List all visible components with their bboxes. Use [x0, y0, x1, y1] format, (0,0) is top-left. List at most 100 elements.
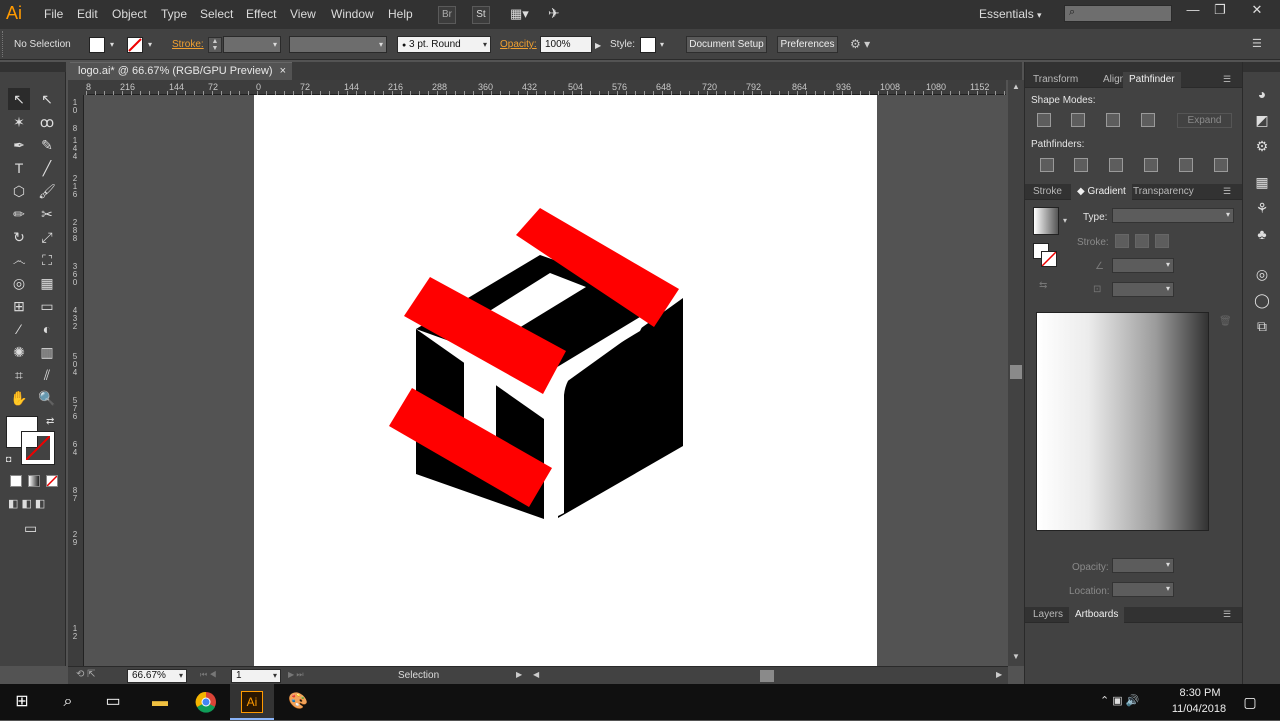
color-guide-icon[interactable]: ◩: [1252, 110, 1272, 130]
stroke-along-icon[interactable]: [1135, 234, 1149, 248]
divide-icon[interactable]: [1040, 158, 1054, 172]
menu-object[interactable]: Object: [112, 7, 147, 21]
slice-tool-icon[interactable]: ⫽: [36, 364, 58, 386]
gradient-opacity-dropdown[interactable]: ▾: [1112, 558, 1174, 573]
type-tool-icon[interactable]: T: [8, 157, 30, 179]
merge-icon[interactable]: [1109, 158, 1123, 172]
exclude-icon[interactable]: [1141, 113, 1155, 127]
opacity-label[interactable]: Opacity:: [500, 39, 537, 50]
stroke-color-box[interactable]: [21, 431, 55, 465]
artboard-tool-icon[interactable]: ⌗: [8, 364, 30, 386]
unite-icon[interactable]: [1037, 113, 1051, 127]
arrange-documents-icon[interactable]: ▦▾: [510, 6, 529, 22]
layers-panel-icon[interactable]: ⧉: [1252, 316, 1272, 336]
line-tool-icon[interactable]: ╱: [36, 157, 58, 179]
intersect-icon[interactable]: [1106, 113, 1120, 127]
graphic-styles-panel-icon[interactable]: ◎: [1252, 264, 1272, 284]
illustrator-taskbar-button[interactable]: Ai: [230, 684, 274, 720]
scroll-up-icon[interactable]: ▲: [1012, 82, 1020, 91]
menu-file[interactable]: File: [44, 7, 63, 21]
menu-select[interactable]: Select: [200, 7, 233, 21]
reverse-gradient-icon[interactable]: ⇆: [1039, 280, 1047, 291]
warp-tool-icon[interactable]: ෴: [8, 249, 30, 271]
search-taskbar-icon[interactable]: ⌕: [56, 690, 80, 714]
expand-button[interactable]: Expand: [1177, 113, 1232, 128]
stock-button[interactable]: St: [472, 6, 490, 24]
close-window-button[interactable]: ✕: [1244, 2, 1270, 20]
lasso-tool-icon[interactable]: ꝏ: [36, 111, 58, 133]
curvature-tool-icon[interactable]: ✎: [36, 134, 58, 156]
gradient-type-dropdown[interactable]: ▾: [1112, 208, 1234, 223]
horizontal-scroll-thumb[interactable]: [760, 670, 774, 682]
close-tab-icon[interactable]: ×: [280, 63, 286, 79]
blend-tool-icon[interactable]: ◐: [36, 318, 58, 340]
opacity-arrow-icon[interactable]: ▶: [595, 41, 601, 50]
vertical-ruler[interactable]: 1 0 8 1 4 4 2 1 6 2 8 8 3 6 0 4 3 2 5 0 …: [68, 95, 84, 666]
scroll-right-icon[interactable]: ▶: [996, 670, 1002, 679]
workspace-switcher[interactable]: Essentials ▾: [979, 7, 1042, 21]
minus-front-icon[interactable]: [1071, 113, 1085, 127]
draw-mode-icon[interactable]: ◧ ◧ ◧: [8, 497, 45, 510]
menu-view[interactable]: View: [290, 7, 316, 21]
brush-definition-dropdown[interactable]: ● 3 pt. Round ▾: [397, 36, 491, 53]
outline-icon[interactable]: [1179, 158, 1193, 172]
aspect-ratio-dropdown[interactable]: ▾: [1112, 282, 1174, 297]
artboard-number-dropdown[interactable]: 1 ▾: [231, 669, 281, 683]
stroke-weight-dropdown[interactable]: ▾: [223, 36, 281, 53]
vertical-scrollbar[interactable]: ▲ ▼: [1008, 80, 1024, 666]
rotate-tool-icon[interactable]: ↻: [8, 226, 30, 248]
appearance-panel-icon[interactable]: ◯: [1252, 290, 1272, 310]
perspective-grid-tool-icon[interactable]: ▦: [36, 272, 58, 294]
zoom-tool-icon[interactable]: 🔍: [36, 387, 58, 409]
menu-effect[interactable]: Effect: [246, 7, 276, 21]
paint-app-icon[interactable]: 🎨: [286, 690, 310, 714]
artboard-prev-icon[interactable]: ⏮ ◀: [200, 670, 217, 680]
symbol-sprayer-tool-icon[interactable]: ✺: [8, 341, 30, 363]
gradient-tool-icon[interactable]: ▭: [36, 295, 58, 317]
gradient-swatch[interactable]: [1033, 207, 1059, 235]
pencil-tool-icon[interactable]: ✏: [8, 203, 30, 225]
gradient-preview[interactable]: [1036, 312, 1209, 531]
color-panel-icon[interactable]: ◕: [1252, 84, 1272, 104]
scroll-left-icon[interactable]: ◀: [533, 670, 539, 679]
status-menu-icon[interactable]: ▶: [516, 670, 522, 679]
trim-icon[interactable]: [1074, 158, 1088, 172]
stroke-swatch[interactable]: [127, 37, 143, 53]
restore-button[interactable]: ❐: [1207, 2, 1233, 20]
search-input[interactable]: ⌕: [1064, 5, 1172, 22]
panel-menu-icon[interactable]: ☰: [1223, 186, 1231, 197]
tab-gradient[interactable]: ◆ Gradient: [1071, 184, 1132, 200]
windows-start-icon[interactable]: ⊞: [10, 690, 34, 714]
status-icon[interactable]: ⟲ ⇱: [76, 669, 96, 680]
column-graph-tool-icon[interactable]: ▥: [36, 341, 58, 363]
system-tray-icons[interactable]: ⌃ ▣ 🔊: [1100, 694, 1139, 707]
gradient-swatch-dropdown-icon[interactable]: ▾: [1063, 216, 1067, 225]
angle-dropdown[interactable]: ▾: [1112, 258, 1174, 273]
color-mode-icon[interactable]: [10, 475, 22, 487]
crop-icon[interactable]: [1144, 158, 1158, 172]
scale-tool-icon[interactable]: ⤢: [36, 226, 58, 248]
current-tool-status[interactable]: Selection: [398, 670, 439, 681]
clock-time[interactable]: 8:30 PM: [1172, 687, 1228, 699]
document-setup-button[interactable]: Document Setup: [686, 36, 767, 53]
task-view-icon[interactable]: ▭: [101, 690, 125, 714]
zoom-dropdown[interactable]: 66.67% ▾: [127, 669, 187, 683]
delete-stop-icon[interactable]: 🗑: [1219, 316, 1232, 327]
magic-wand-tool-icon[interactable]: ✶: [8, 111, 30, 133]
tab-artboards[interactable]: Artboards: [1069, 607, 1125, 623]
shape-tool-icon[interactable]: ⬡: [8, 180, 30, 202]
chrome-icon[interactable]: [194, 690, 218, 714]
panel-menu-icon[interactable]: ☰: [1252, 37, 1262, 50]
stroke-dropdown-icon[interactable]: ▾: [148, 40, 152, 49]
menu-window[interactable]: Window: [331, 7, 374, 21]
arrange-icon[interactable]: ⚙ ▾: [850, 37, 870, 51]
eyedropper-tool-icon[interactable]: ⁄: [8, 318, 30, 340]
hand-tool-icon[interactable]: ✋: [8, 387, 30, 409]
stroke-stepper[interactable]: ▲ ▼: [208, 37, 222, 53]
fill-dropdown-icon[interactable]: ▾: [110, 40, 114, 49]
artboard[interactable]: [254, 95, 877, 666]
logo-artwork[interactable]: [254, 95, 877, 666]
bridge-button[interactable]: Br: [438, 6, 456, 24]
scroll-thumb[interactable]: [1010, 365, 1022, 379]
none-mode-icon[interactable]: [46, 475, 58, 487]
